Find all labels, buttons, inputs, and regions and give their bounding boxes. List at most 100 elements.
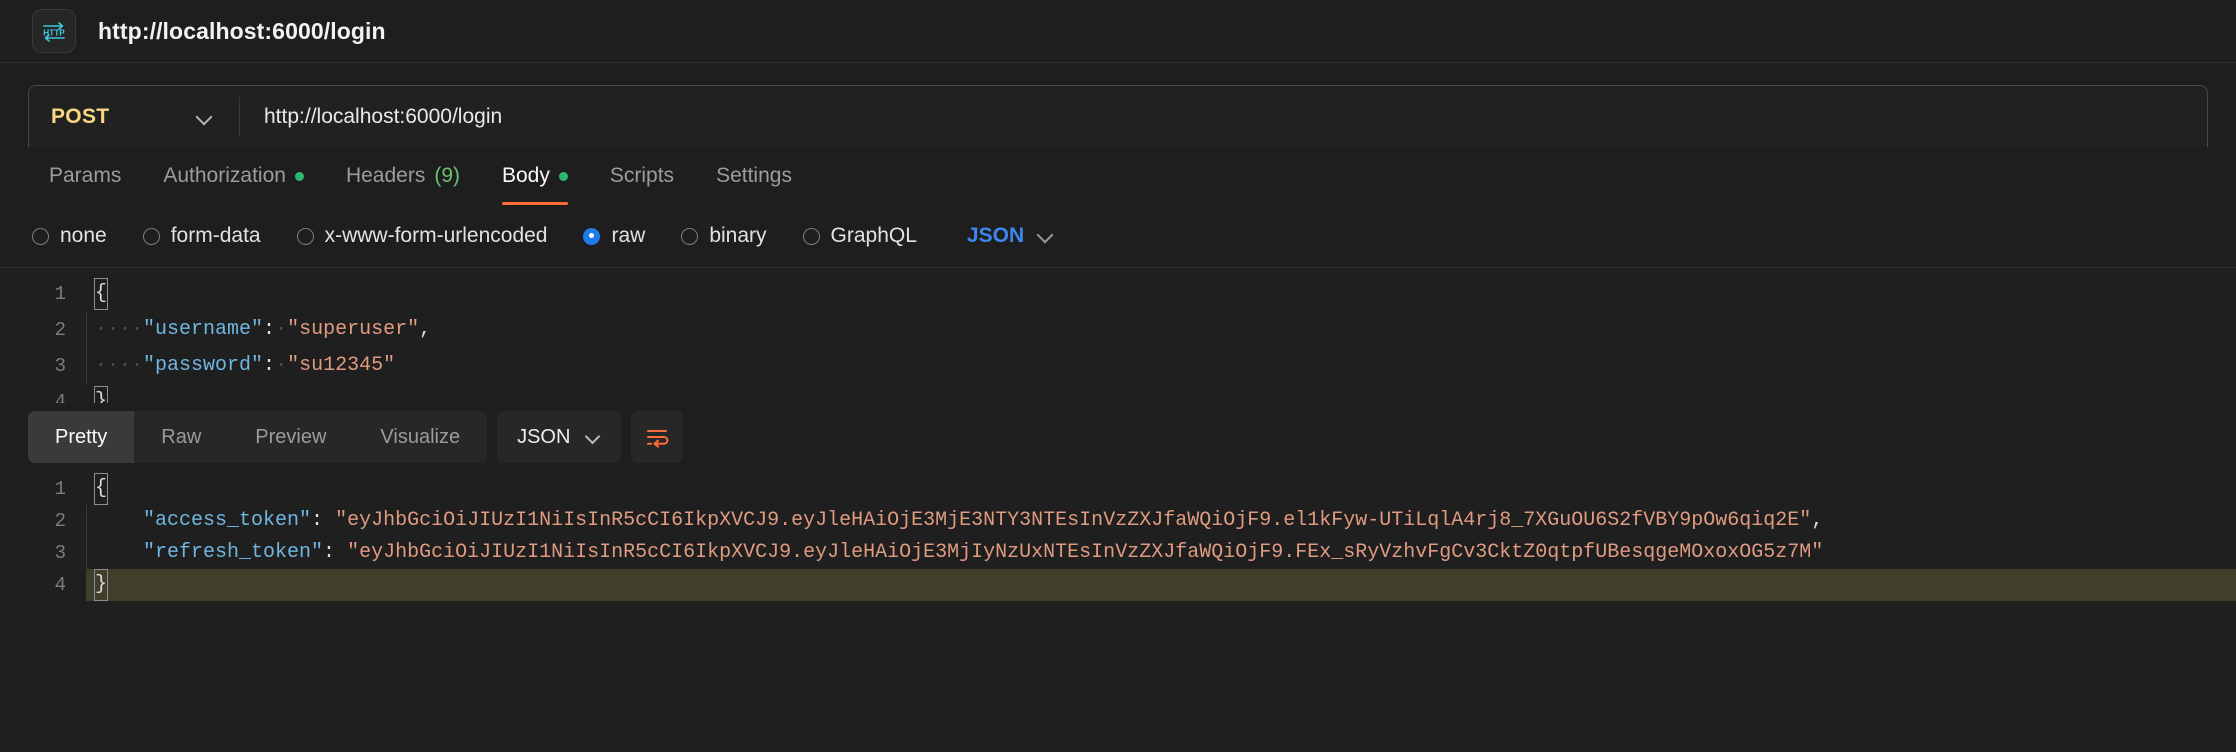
tab-label: Visualize xyxy=(380,425,461,448)
radio-circle-selected-icon xyxy=(583,227,601,245)
line-number: 2 xyxy=(54,510,66,532)
tab-label: Params xyxy=(49,164,122,187)
tab-pretty[interactable]: Pretty xyxy=(28,411,135,463)
response-view-tabs: Pretty Raw Preview Visualize xyxy=(28,411,488,463)
radio-label: GraphQL xyxy=(830,224,917,247)
code-colon: : xyxy=(323,541,348,564)
tab-scripts[interactable]: Scripts xyxy=(589,147,695,205)
code-indent: ···· xyxy=(95,354,144,377)
page-title: http://localhost:6000/login xyxy=(98,17,386,44)
wrap-lines-button[interactable] xyxy=(631,411,684,463)
code-brace: } xyxy=(93,569,109,601)
body-format-selector[interactable]: JSON xyxy=(967,224,1054,248)
status-dot-icon xyxy=(294,171,304,181)
code-key: "refresh_token" xyxy=(143,541,324,564)
request-tabs: Params Authorization Headers (9) Body Sc… xyxy=(0,147,2236,205)
radio-graphql[interactable]: GraphQL xyxy=(802,224,917,248)
radio-form-data[interactable]: form-data xyxy=(142,224,261,248)
code-value: "superuser" xyxy=(287,318,420,341)
radio-circle-icon xyxy=(32,227,49,245)
line-number: 4 xyxy=(0,569,86,601)
code-line-highlighted: 4 } xyxy=(0,569,2236,601)
line-number: 3 xyxy=(54,542,66,564)
code-line: 3 ····"password":·"su12345" xyxy=(0,348,2236,384)
chevron-down-icon xyxy=(586,430,601,445)
code-key: "password" xyxy=(143,354,264,377)
tab-label: Body xyxy=(502,164,550,187)
method-selector[interactable]: POST xyxy=(29,86,239,147)
code-colon: : xyxy=(263,318,276,341)
code-colon: : xyxy=(311,509,336,532)
code-brace: { xyxy=(93,278,109,310)
code-comma: , xyxy=(1811,509,1824,532)
tab-params[interactable]: Params xyxy=(28,147,142,205)
code-comma: , xyxy=(419,318,432,341)
code-value: "eyJhbGciOiJIUzI1NiIsInR5cCI6IkpXVCJ9.ey… xyxy=(335,509,1812,532)
tab-headers[interactable]: Headers (9) xyxy=(325,147,481,205)
body-format-label: JSON xyxy=(966,224,1025,247)
status-dot-icon xyxy=(558,171,568,181)
tab-authorization[interactable]: Authorization xyxy=(142,147,325,205)
code-colon: : xyxy=(263,354,276,377)
title-bar: HTTP http://localhost:6000/login xyxy=(0,0,2236,62)
code-indent: ···· xyxy=(95,318,144,341)
tab-body[interactable]: Body xyxy=(481,147,589,205)
tab-label: Pretty xyxy=(55,425,108,448)
radio-none[interactable]: none xyxy=(32,224,107,248)
radio-label: raw xyxy=(611,224,646,247)
tab-label: Settings xyxy=(716,164,792,187)
body-type-radio-group: none form-data x-www-form-urlencoded raw… xyxy=(0,205,2236,267)
code-key: "access_token" xyxy=(143,509,312,532)
response-body-editor[interactable]: 1 { 2 "access_token": "eyJhbGciOiJIUzI1N… xyxy=(0,471,2236,621)
tab-visualize[interactable]: Visualize xyxy=(353,411,487,463)
radio-circle-icon xyxy=(142,227,160,245)
radio-label: binary xyxy=(709,224,767,247)
svg-text:HTTP: HTTP xyxy=(43,28,65,37)
tab-raw[interactable]: Raw xyxy=(134,411,228,463)
radio-label: form-data xyxy=(170,224,261,247)
code-line: 1 { xyxy=(0,473,2236,505)
code-line: 2 ····"username":·"superuser", xyxy=(0,312,2236,348)
request-bar-wrapper: POST http://localhost:6000/login xyxy=(0,63,2236,147)
headers-count-badge: (9) xyxy=(434,164,460,187)
http-icon: HTTP xyxy=(32,9,76,53)
code-key: "username" xyxy=(143,318,264,341)
tab-label: Scripts xyxy=(609,164,675,187)
tab-label: Authorization xyxy=(163,164,286,187)
radio-circle-icon xyxy=(802,227,820,245)
code-value: "eyJhbGciOiJIUzI1NiIsInR5cCI6IkpXVCJ9.ey… xyxy=(347,541,1824,564)
radio-circle-icon xyxy=(296,227,314,245)
code-line: 3 "refresh_token": "eyJhbGciOiJIUzI1NiIs… xyxy=(0,537,2236,569)
response-format-label: JSON xyxy=(517,425,571,448)
url-input[interactable]: http://localhost:6000/login xyxy=(240,86,2207,147)
line-number: 1 xyxy=(54,283,66,305)
radio-label: none xyxy=(60,224,107,247)
line-number: 2 xyxy=(54,319,66,341)
radio-label: x-www-form-urlencoded xyxy=(324,224,548,247)
tab-label: Preview xyxy=(255,425,327,448)
radio-circle-icon xyxy=(681,227,699,245)
tab-settings[interactable]: Settings xyxy=(695,147,813,205)
code-value: "su12345" xyxy=(287,354,396,377)
code-line: 4 } xyxy=(0,384,2236,403)
method-label: POST xyxy=(51,104,110,128)
code-brace: } xyxy=(93,386,109,403)
request-body-editor[interactable]: 1 { 2 ····"username":·"superuser", 3 ···… xyxy=(0,267,2236,403)
chevron-down-icon xyxy=(1038,228,1054,244)
request-bar: POST http://localhost:6000/login xyxy=(28,85,2208,147)
response-format-selector[interactable]: JSON xyxy=(497,411,622,463)
chevron-down-icon xyxy=(197,109,213,125)
wrap-lines-icon xyxy=(647,430,669,448)
code-line: 2 "access_token": "eyJhbGciOiJIUzI1NiIsI… xyxy=(0,505,2236,537)
response-toolbar: Pretty Raw Preview Visualize JSON xyxy=(0,403,2236,471)
line-number: 3 xyxy=(54,355,66,377)
line-number: 1 xyxy=(54,478,66,500)
radio-binary[interactable]: binary xyxy=(681,224,767,248)
line-number: 4 xyxy=(54,391,66,403)
radio-x-www-form-urlencoded[interactable]: x-www-form-urlencoded xyxy=(296,224,548,248)
tab-preview[interactable]: Preview xyxy=(228,411,353,463)
code-brace: { xyxy=(93,473,109,505)
radio-raw[interactable]: raw xyxy=(583,224,645,248)
tab-label: Headers xyxy=(345,164,426,187)
tab-label: Raw xyxy=(161,425,202,448)
